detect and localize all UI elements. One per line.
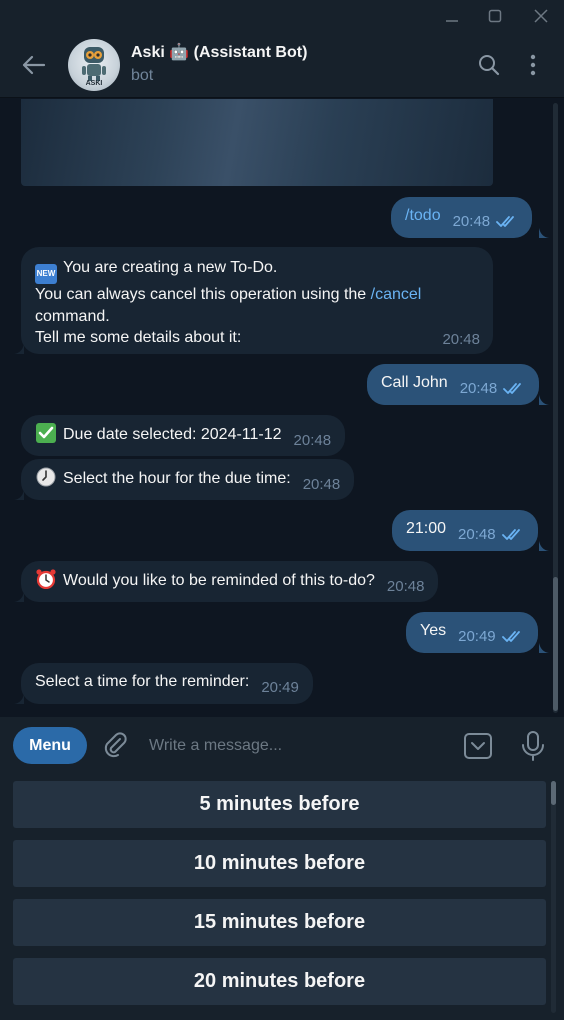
message-time: 20:48	[293, 432, 332, 449]
avatar-text: ASKI	[85, 80, 103, 87]
reply-button-15-minutes[interactable]: 15 minutes before	[13, 899, 546, 946]
bot-keyboard-toggle[interactable]	[463, 731, 493, 761]
keyboard-scrollbar-thumb[interactable]	[551, 781, 556, 805]
message-text: Would you like to be reminded of this to…	[63, 572, 375, 589]
message-text[interactable]: /todo	[405, 207, 441, 224]
chat-status: bot	[131, 67, 154, 84]
avatar[interactable]: ASKI	[68, 39, 120, 91]
chat-history[interactable]: /todo 20:48 NEW You are creating a new To-…	[0, 99, 564, 717]
message-incoming[interactable]: Would you like to be reminded of this to…	[21, 561, 439, 602]
new-emoji-icon: NEW	[35, 264, 57, 284]
bubble-tail	[14, 490, 24, 500]
media-message[interactable]	[21, 99, 493, 186]
bubble-tail	[539, 541, 549, 551]
more-options-button[interactable]	[520, 52, 546, 78]
message-text: 21:00	[406, 520, 447, 537]
close-icon	[534, 9, 548, 23]
message-time: 20:48	[452, 213, 491, 230]
message-incoming[interactable]: Select the hour for the due time: 20:48	[21, 459, 355, 500]
bubble-tail	[539, 228, 549, 238]
double-check-icon	[496, 216, 515, 227]
message-time: 20:48	[459, 380, 498, 397]
message-time: 20:48	[458, 526, 496, 543]
double-check-icon	[503, 383, 522, 394]
clock-emoji-icon	[36, 467, 56, 487]
bubble-tail	[539, 643, 549, 653]
message-composer: Menu	[0, 717, 564, 775]
window-titlebar	[0, 0, 564, 32]
message-text: Select the hour for the due time:	[63, 470, 291, 487]
message-text: Select a time for the reminder:	[35, 673, 250, 690]
chat-header: ASKI Aski 🤖 (Assistant Bot) bot	[0, 32, 564, 98]
reply-button-20-minutes[interactable]: 20 minutes before	[13, 958, 546, 1005]
bubble-tail	[539, 395, 549, 405]
minimize-button[interactable]	[440, 4, 464, 28]
maximize-icon	[488, 9, 502, 23]
message-time: 20:48	[442, 331, 480, 348]
message-time: 20:48	[386, 578, 425, 595]
message-text: command.	[35, 307, 110, 325]
double-check-icon	[501, 529, 520, 540]
close-window-button[interactable]	[529, 4, 553, 28]
message-time: 20:49	[261, 679, 299, 696]
minimize-icon	[446, 20, 458, 22]
more-vertical-icon	[530, 54, 536, 76]
message-text: Tell me some details about it:	[35, 329, 242, 346]
check-mark-emoji-icon	[36, 423, 56, 443]
message-line: NEW You are creating a new To-Do.	[35, 257, 479, 284]
message-incoming[interactable]: Select a time for the reminder: 20:49	[21, 663, 313, 704]
double-check-icon	[501, 631, 520, 642]
search-icon	[479, 55, 500, 76]
keyboard-collapse-icon	[464, 733, 492, 759]
chat-title[interactable]: Aski 🤖 (Assistant Bot)	[131, 42, 307, 62]
message-line: Tell me some details about it: 20:48	[35, 327, 480, 349]
message-incoming[interactable]: NEW You are creating a new To-Do. You can…	[21, 247, 493, 354]
message-text: Call John	[381, 374, 448, 391]
menu-button[interactable]: Menu	[13, 727, 87, 764]
bubble-tail	[14, 694, 24, 704]
voice-message-button[interactable]	[520, 730, 546, 762]
bubble-tail	[14, 592, 24, 602]
chat-scrollbar-thumb[interactable]	[553, 577, 558, 711]
message-outgoing[interactable]: /todo 20:48	[391, 197, 533, 238]
message-incoming[interactable]: Due date selected: 2024-11-12 20:48	[21, 415, 346, 456]
reply-button-10-minutes[interactable]: 10 minutes before	[13, 840, 546, 887]
alarm-clock-emoji-icon	[36, 569, 56, 589]
message-text: Yes	[420, 622, 447, 639]
reply-button-5-minutes[interactable]: 5 minutes before	[13, 781, 546, 828]
bubble-tail	[14, 344, 24, 354]
attach-button[interactable]	[100, 730, 130, 760]
cancel-command-link[interactable]: /cancel	[371, 286, 422, 303]
message-line: You can always cancel this operation usi…	[35, 284, 479, 306]
message-outgoing[interactable]: 21:00 20:48	[392, 510, 538, 551]
arrow-left-icon	[22, 55, 46, 75]
message-time: 20:48	[302, 476, 341, 493]
microphone-icon	[522, 731, 544, 761]
message-time: 20:49	[458, 628, 496, 645]
message-text: You are creating a new To-Do.	[63, 259, 278, 276]
maximize-button[interactable]	[483, 4, 507, 28]
message-input[interactable]	[149, 733, 449, 759]
search-button[interactable]	[476, 52, 502, 78]
message-outgoing[interactable]: Yes 20:49	[406, 612, 538, 653]
message-outgoing[interactable]: Call John 20:48	[367, 364, 540, 405]
paperclip-icon	[104, 732, 127, 758]
message-text: You can always cancel this operation usi…	[35, 286, 371, 303]
bot-reply-keyboard: 5 minutes before 10 minutes before 15 mi…	[0, 775, 564, 1020]
message-text: Due date selected: 2024-11-12	[63, 426, 282, 443]
keyboard-scrollbar-track[interactable]	[551, 781, 556, 1013]
back-button[interactable]	[18, 52, 50, 78]
